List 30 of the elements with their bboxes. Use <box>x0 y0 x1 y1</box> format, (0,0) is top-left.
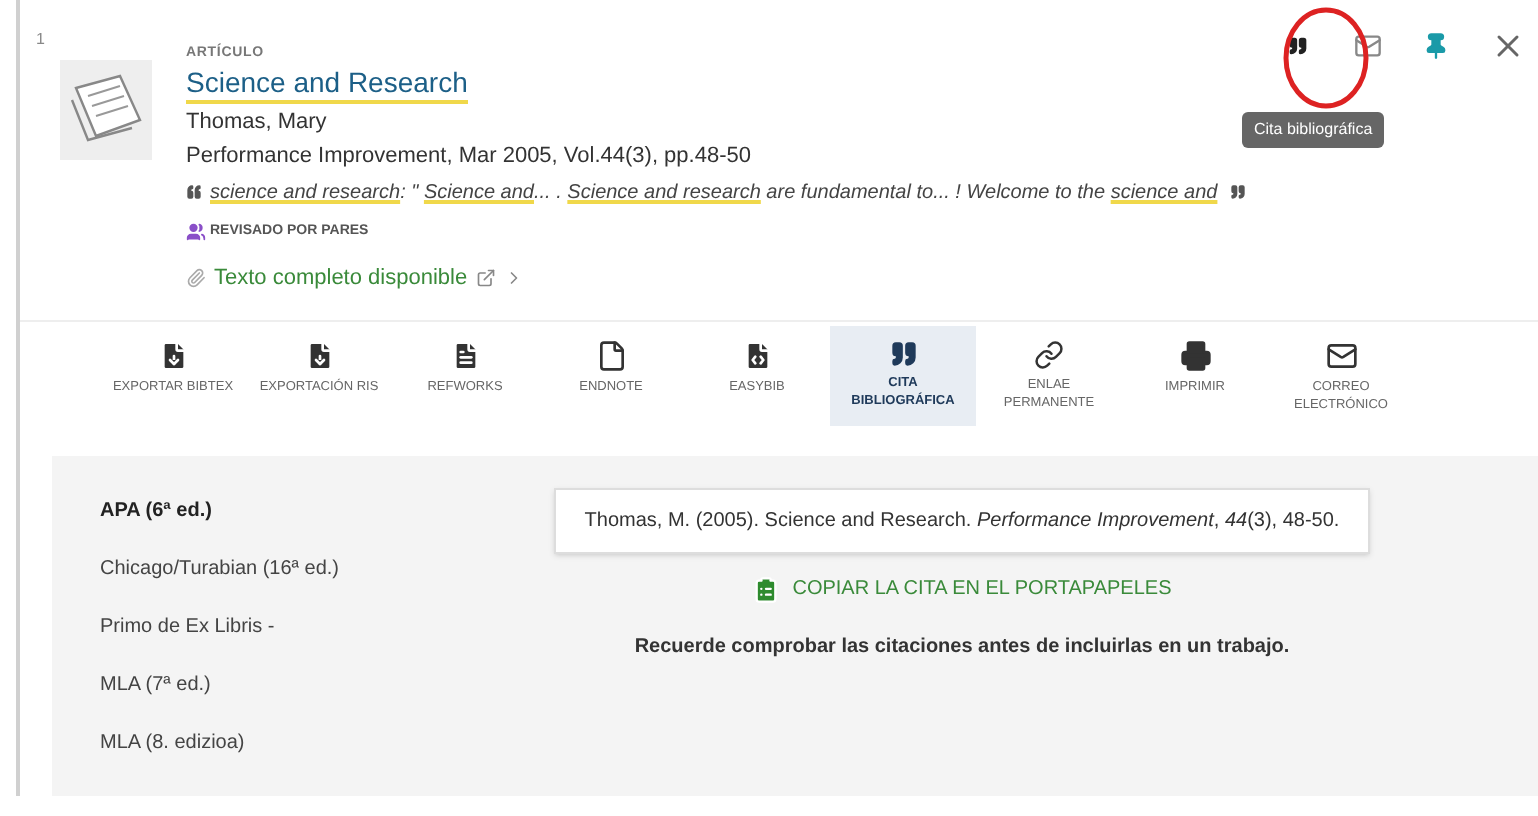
document-thumbnail-icon <box>60 60 152 160</box>
paperclip-icon <box>186 268 206 289</box>
close-quote-icon <box>1229 184 1246 200</box>
quote-icon <box>1288 36 1308 56</box>
mail-icon <box>1325 340 1357 372</box>
citation-style-item[interactable]: Chicago/Turabian (16ª ed.) <box>100 554 512 584</box>
citation-style-item[interactable]: APA (6ª ed.) <box>100 496 512 526</box>
source-text: Performance Improvement, Mar 2005, Vol.44(3), pp.48-50 <box>186 142 753 172</box>
citation-text: Thomas, M. (2005). Science and Research. Performance Improvement, 44(3), 48-50. <box>554 488 1370 554</box>
snippet-text: science and research: " Science and... . Science and research are fundamental to... ! Welcome to the science and <box>210 179 1218 207</box>
pin-icon[interactable] <box>1422 32 1450 60</box>
citation-style-item[interactable]: MLA (8. edizioa) <box>100 728 512 758</box>
result-title[interactable]: Science and Research <box>186 65 468 103</box>
mail-icon[interactable] <box>1354 32 1382 60</box>
citation-style-item[interactable]: Primo de Ex Libris - <box>100 612 512 642</box>
peer-review-icon <box>186 221 206 242</box>
open-quote-icon <box>186 184 202 200</box>
copy-citation-button[interactable]: COPIAR LA CITA EN EL PORTAPAPELES <box>752 574 1172 604</box>
full-text-link[interactable]: Texto completo disponible <box>214 262 468 295</box>
tooltip: Cita bibliográfica <box>1242 112 1385 148</box>
citation-note: Recuerde comprobar las citaciones antes de incluirlas en un trabajo. <box>634 634 1290 662</box>
printer-icon <box>1179 340 1211 372</box>
link-icon <box>1034 340 1064 370</box>
quote-icon <box>889 340 917 368</box>
clipboard-icon <box>752 575 781 603</box>
file-icon <box>595 340 627 372</box>
author-text: Thomas, Mary <box>186 107 329 137</box>
result-number: 1 <box>36 28 47 52</box>
citation-style-item[interactable]: MLA (7ª ed.) <box>100 670 512 700</box>
external-link-icon <box>475 268 496 289</box>
